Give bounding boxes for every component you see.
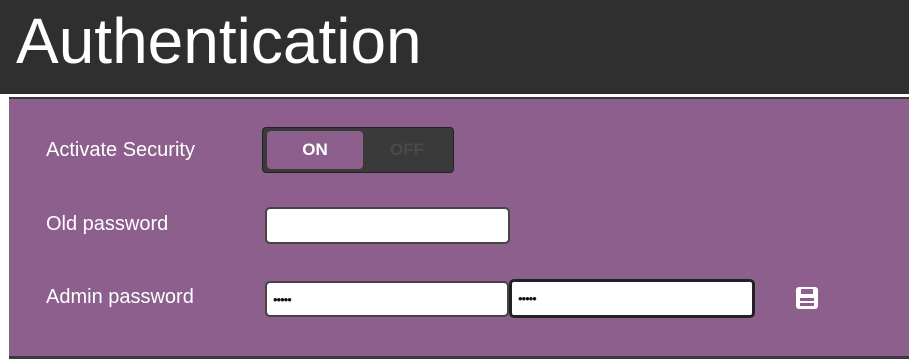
admin-password-confirm-field[interactable] <box>509 279 755 318</box>
floppy-disk-icon <box>796 287 818 309</box>
page-header: Authentication <box>0 0 909 94</box>
activate-security-label: Activate Security <box>46 139 195 161</box>
save-icon[interactable] <box>794 285 820 311</box>
activate-security-toggle[interactable]: ON OFF <box>262 127 454 173</box>
admin-password-label: Admin password <box>46 286 194 308</box>
old-password-label: Old password <box>46 213 169 235</box>
toggle-on-option[interactable]: ON <box>267 131 363 169</box>
authentication-page: Authentication Activate Security ON OFF … <box>0 0 909 362</box>
panel-bottom-border <box>9 356 909 359</box>
toggle-off-option[interactable]: OFF <box>363 131 451 169</box>
old-password-field[interactable] <box>265 207 510 244</box>
admin-password-field[interactable] <box>265 281 509 317</box>
left-margin <box>0 94 9 362</box>
page-title: Authentication <box>16 5 422 77</box>
